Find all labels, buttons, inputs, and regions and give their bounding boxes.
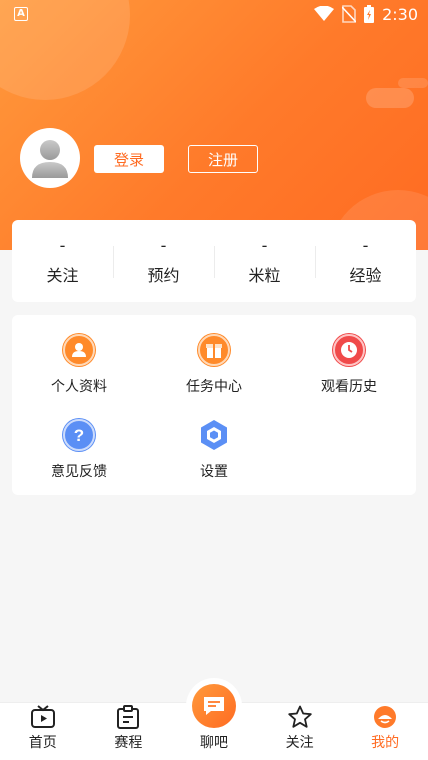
stat-following[interactable]: - 关注 — [12, 220, 113, 302]
header-decoration — [398, 78, 428, 88]
tv-play-icon — [30, 705, 55, 728]
menu-item-feedback[interactable]: ? 意见反馈 — [12, 418, 146, 490]
chat-center-button[interactable] — [186, 678, 242, 734]
tab-label: 我的 — [371, 735, 400, 751]
tab-mine[interactable]: 我的 — [342, 703, 428, 760]
menu-card: 个人资料 任务中心 观看历史 ? 意见反馈 设置 — [12, 315, 416, 495]
tab-home[interactable]: 首页 — [0, 703, 86, 760]
menu-item-settings[interactable]: 设置 — [147, 418, 281, 490]
default-user-avatar-icon — [32, 140, 68, 178]
avatar[interactable] — [20, 128, 80, 188]
menu-item-label: 设置 — [200, 464, 228, 480]
stat-value: - — [261, 236, 268, 255]
stat-label: 关注 — [46, 266, 79, 285]
tab-label: 聊吧 — [199, 735, 228, 751]
stat-value: - — [59, 236, 66, 255]
menu-item-task-center[interactable]: 任务中心 — [147, 333, 281, 405]
menu-item-profile[interactable]: 个人资料 — [12, 333, 146, 405]
tab-label: 赛程 — [114, 735, 143, 751]
svg-text:?: ? — [74, 426, 84, 445]
profile-icon — [62, 333, 96, 367]
menu-item-label: 观看历史 — [321, 379, 377, 395]
stat-value: - — [160, 236, 167, 255]
hexagon-settings-icon — [197, 418, 231, 452]
stat-label: 预约 — [147, 266, 180, 285]
stat-value: - — [362, 236, 369, 255]
chat-bubble-icon — [192, 684, 236, 728]
login-button[interactable]: 登录 — [94, 145, 164, 173]
battery-charging-icon — [364, 5, 375, 23]
gift-icon — [197, 333, 231, 367]
wifi-icon — [314, 6, 335, 21]
header-decoration — [366, 88, 414, 108]
register-button[interactable]: 注册 — [188, 145, 258, 173]
stat-label: 经验 — [349, 266, 382, 285]
profile-header — [0, 0, 428, 250]
stat-reservations[interactable]: - 预约 — [113, 220, 214, 302]
menu-item-label: 任务中心 — [186, 379, 242, 395]
stat-points[interactable]: - 米粒 — [214, 220, 315, 302]
stat-label: 米粒 — [248, 266, 281, 285]
no-sim-icon — [342, 5, 357, 23]
clock-icon — [332, 333, 366, 367]
menu-item-watch-history[interactable]: 观看历史 — [282, 333, 416, 405]
question-icon: ? — [62, 418, 96, 452]
profile-face-icon — [374, 706, 397, 728]
stats-card: - 关注 - 预约 - 米粒 - 经验 — [12, 220, 416, 302]
tab-label: 首页 — [28, 735, 57, 751]
star-icon — [287, 705, 312, 728]
status-bar: A 2:30 — [0, 0, 428, 28]
app-notification-icon: A — [14, 7, 28, 21]
menu-item-label: 意见反馈 — [51, 464, 107, 480]
tab-schedule[interactable]: 赛程 — [86, 703, 172, 760]
tab-follow[interactable]: 关注 — [257, 703, 343, 760]
schedule-clipboard-icon — [117, 705, 140, 729]
menu-item-label: 个人资料 — [51, 379, 107, 395]
tab-label: 关注 — [285, 735, 314, 751]
status-time: 2:30 — [382, 4, 418, 24]
stat-experience[interactable]: - 经验 — [315, 220, 416, 302]
